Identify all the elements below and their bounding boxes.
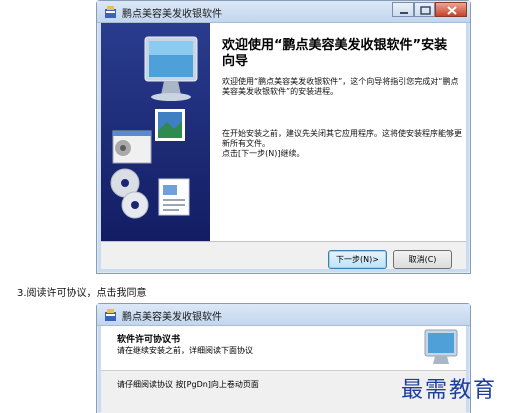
license-subheading: 请在继续安装之前，详细阅读下面协议 [117, 346, 253, 355]
installer-footer: 下一步(N)> 取消(C) [101, 241, 466, 269]
minimize-icon [400, 12, 408, 14]
welcome-instruction: 点击[下一步(N)]继续。 [222, 149, 305, 158]
installer-artwork [110, 36, 198, 219]
license-title-bar[interactable]: 鹏点美容美发收银软件 [97, 304, 470, 326]
installer-window: 鹏点美容美发收银软件 欢迎使用“鹏点美容美发收银软件”安装向导 欢迎使用“鹏点美… [96, 0, 471, 274]
watermark-logo: 最需教育 [401, 378, 498, 403]
installer-client: 欢迎使用“鹏点美容美发收银软件”安装向导 欢迎使用“鹏点美容美发收银软件”，这个… [101, 23, 466, 269]
cancel-button[interactable]: 取消(C) [393, 250, 452, 269]
license-header: 软件许可协议书 请在继续安装之前，详细阅读下面协议 [101, 326, 466, 371]
installer-app-icon [105, 6, 116, 18]
close-icon [447, 6, 457, 15]
welcome-intro-prefix: 欢迎使用“鹏点美容美发收银软件”， [222, 77, 351, 86]
window-title: 鹏点美容美发收银软件 [122, 9, 222, 20]
maximize-icon [420, 6, 431, 15]
welcome-advice: 在开始安装之前，建议先关闭其它应用程序。这将使安装程序能够更新所有文件。 [222, 129, 462, 148]
next-button[interactable]: 下一步(N)> [328, 250, 387, 269]
maximize-button[interactable] [414, 2, 435, 17]
title-bar[interactable]: 鹏点美容美发收银软件 [97, 1, 470, 23]
license-heading: 软件许可协议书 [117, 335, 181, 345]
license-monitor-icon [424, 329, 458, 364]
close-button[interactable] [435, 2, 467, 17]
step-caption: 3.阅读许可协议，点击我同意 [17, 288, 147, 299]
license-app-icon [105, 309, 116, 321]
welcome-heading: 欢迎使用“鹏点美容美发收银软件”安装向导 [222, 38, 448, 69]
license-instruction: 请仔细阅读协议 按[PgDn]向上卷动页面 [117, 380, 259, 389]
welcome-intro: 欢迎使用“鹏点美容美发收银软件”，这个向导将指引您完成对“鹏点美容美发收银软件”… [222, 77, 462, 97]
installer-sidebar [101, 23, 210, 241]
license-window-title: 鹏点美容美发收银软件 [122, 312, 222, 323]
minimize-button[interactable] [392, 2, 414, 17]
